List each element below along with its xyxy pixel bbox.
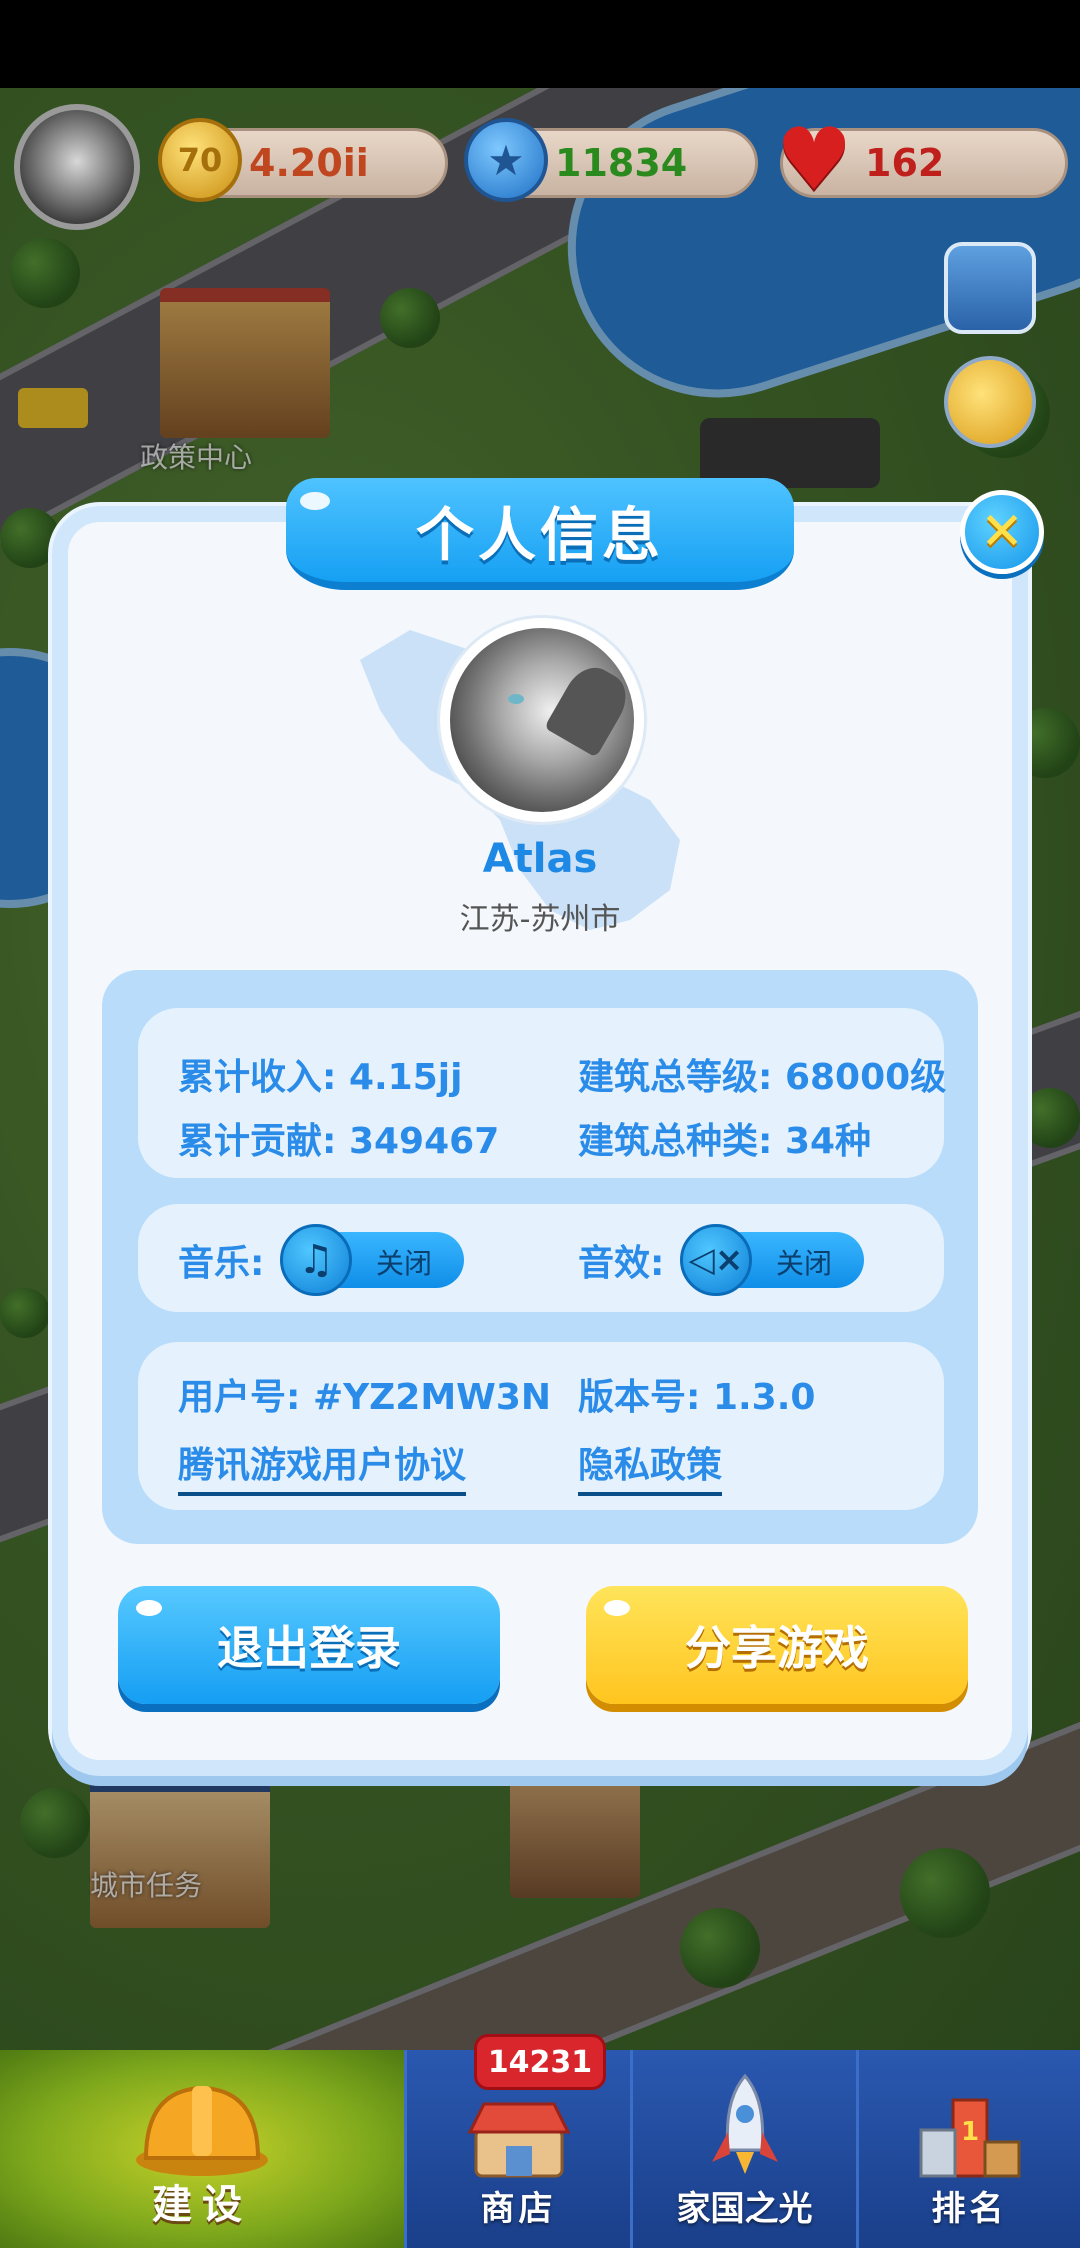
heart-icon: ♥ — [775, 110, 853, 210]
tab-rank[interactable]: 1 排名 — [856, 2050, 1080, 2248]
modal-title-banner: 个人信息 — [286, 478, 794, 590]
coins-value: 4.20ii — [249, 141, 369, 185]
stat-building-level-value: 68000级 — [784, 1057, 947, 1098]
svg-text:1: 1 — [960, 2117, 978, 2147]
podium-icon: 1 — [919, 2098, 1020, 2178]
avatar-cat-ear — [544, 658, 634, 758]
stat-income-value: 4.15jj — [348, 1057, 463, 1098]
stat-building-level-label: 建筑总等级: — [578, 1057, 773, 1098]
user-agreement-link[interactable]: 腾讯游戏用户协议 — [178, 1436, 467, 1496]
stat-building-types: 建筑总种类: 34种 — [578, 1112, 871, 1164]
friends-icon[interactable] — [944, 242, 1036, 334]
privacy-policy-link[interactable]: 隐私政策 — [578, 1436, 723, 1496]
stat-building-types-value: 34种 — [784, 1121, 872, 1162]
modal-title: 个人信息 — [415, 501, 664, 569]
logout-button[interactable]: 退出登录 — [118, 1586, 500, 1704]
sound-toggle[interactable]: ◁× 关闭 — [680, 1224, 864, 1296]
sound-label: 音效: — [578, 1243, 665, 1284]
tab-homeland-label: 家国之光 — [676, 2189, 813, 2229]
shop-icon — [467, 2102, 570, 2178]
stats-card: 累计收入: 4.15jj 建筑总等级: 68000级 累计贡献: 349467 … — [138, 1008, 946, 1178]
shop-badge: 14231 — [474, 2034, 606, 2090]
announcement-megaphone-icon[interactable] — [944, 356, 1036, 448]
music-note-icon: ♫ — [280, 1224, 352, 1296]
tab-build[interactable]: 建设 — [0, 2050, 404, 2248]
banner-shine — [300, 492, 330, 510]
music-label: 音乐: — [178, 1243, 265, 1284]
stat-contribution-value: 349467 — [348, 1121, 500, 1162]
user-id: 用户号: #YZ2MW3N — [178, 1368, 551, 1420]
avatar-cat-eye — [508, 694, 524, 704]
logout-button-label: 退出登录 — [217, 1621, 401, 1675]
version: 版本号: 1.3.0 — [578, 1368, 815, 1420]
tab-homeland[interactable]: 家国之光 — [630, 2050, 856, 2248]
button-shine — [136, 1600, 162, 1616]
stat-building-types-label: 建筑总种类: — [578, 1121, 773, 1162]
coin-icon: 70 — [158, 118, 242, 202]
star-icon: ★ — [464, 118, 548, 202]
player-location: 江苏-苏州市 — [459, 902, 621, 937]
stat-income: 累计收入: 4.15jj — [178, 1048, 462, 1100]
hearts-value: 162 — [865, 141, 945, 185]
share-game-button[interactable]: 分享游戏 — [586, 1586, 968, 1704]
user-id-label: 用户号: — [178, 1377, 301, 1418]
stat-building-level: 建筑总等级: 68000级 — [578, 1048, 946, 1100]
speaker-mute-icon: ◁× — [680, 1224, 752, 1296]
status-bar — [0, 0, 1080, 88]
hard-hat-icon — [136, 2085, 268, 2176]
version-label: 版本号: — [578, 1377, 701, 1418]
stat-income-label: 累计收入: — [178, 1057, 337, 1098]
stat-contribution: 累计贡献: 349467 — [178, 1112, 499, 1164]
close-button[interactable]: ✕ — [960, 490, 1044, 574]
user-id-value: #YZ2MW3N — [312, 1377, 552, 1418]
player-avatar-small[interactable] — [14, 104, 140, 230]
tab-rank-label: 排名 — [931, 2189, 1008, 2229]
rocket-icon — [711, 2073, 778, 2174]
player-name: Atlas — [482, 836, 598, 882]
profile-avatar — [440, 618, 644, 822]
stars-value: 11834 — [555, 141, 688, 185]
stat-contribution-label: 累计贡献: — [178, 1121, 337, 1162]
tab-build-label: 建设 — [152, 2182, 252, 2228]
sound-toggle-state: 关闭 — [776, 1247, 833, 1280]
share-game-button-label: 分享游戏 — [685, 1621, 869, 1675]
info-panel: 累计收入: 4.15jj 建筑总等级: 68000级 累计贡献: 349467 … — [102, 970, 978, 1544]
settings-card: 音乐: ♫ 关闭 音效: ◁× 关闭 — [138, 1204, 944, 1312]
version-value: 1.3.0 — [712, 1377, 816, 1418]
music-toggle[interactable]: ♫ 关闭 — [280, 1224, 464, 1296]
tab-shop-label: 商店 — [480, 2189, 557, 2229]
button-shine — [604, 1600, 630, 1616]
music-toggle-state: 关闭 — [376, 1247, 433, 1280]
account-card: 用户号: #YZ2MW3N 版本号: 1.3.0 腾讯游戏用户协议 隐私政策 — [138, 1342, 944, 1510]
close-icon: ✕ — [980, 502, 1024, 562]
